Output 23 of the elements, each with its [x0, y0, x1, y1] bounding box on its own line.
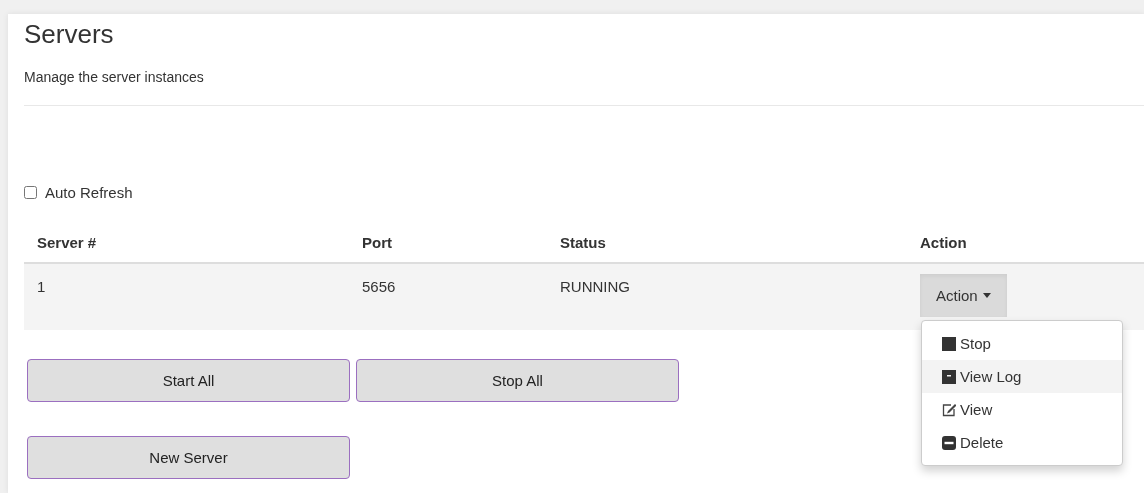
dropdown-button[interactable]: Action [920, 274, 1007, 317]
menu-item[interactable]: View Log [922, 360, 1122, 393]
column-header: Server # [36, 233, 98, 251]
table-cell: 5656 [362, 278, 396, 295]
auto-refresh-checkbox[interactable] [24, 185, 37, 199]
column-header: Action [919, 233, 968, 251]
table-cell: RUNNING [560, 278, 630, 295]
menu-item[interactable]: Stop [922, 327, 1122, 360]
caret-icon [982, 293, 991, 298]
page-title: Servers [24, 18, 115, 50]
column-header: Status [559, 233, 607, 251]
edit-icon [942, 402, 956, 417]
page-subtitle: Manage the server instances [24, 68, 205, 86]
auto-refresh-label: Auto Refresh [45, 183, 133, 201]
table-cell: 1 [37, 278, 46, 295]
archive-icon [942, 369, 956, 384]
menu-item[interactable]: Delete [922, 426, 1122, 459]
command-button[interactable]: Stop All [356, 359, 679, 402]
stop-icon [942, 336, 956, 351]
column-header: Port [361, 233, 393, 251]
command-button[interactable]: Start All [27, 359, 350, 402]
menu-item[interactable]: View [922, 393, 1122, 426]
command-button[interactable]: New Server [27, 436, 350, 479]
